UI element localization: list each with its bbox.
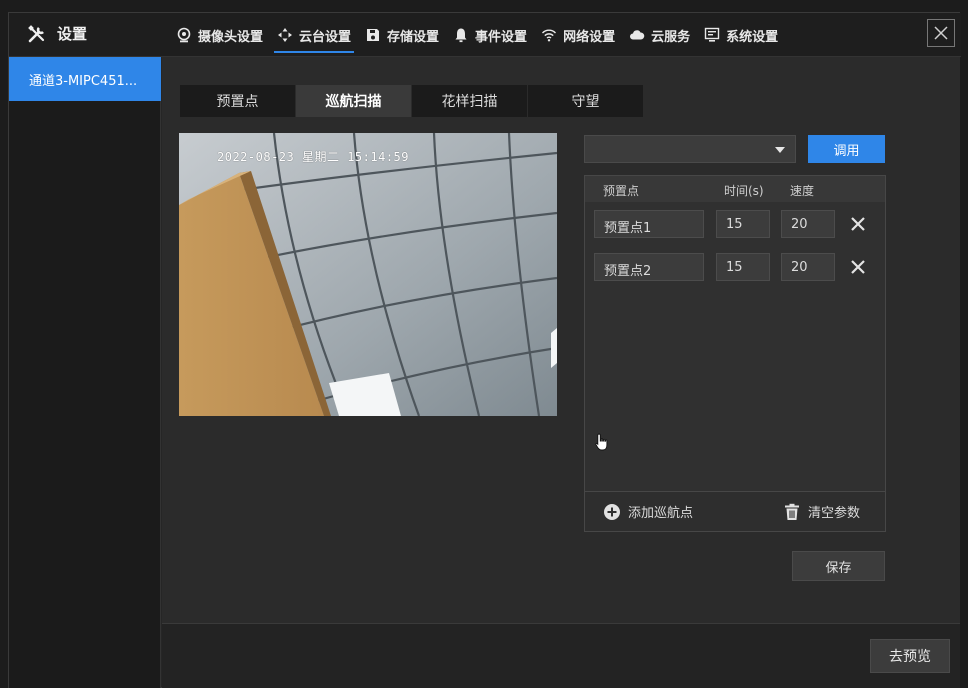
save-button[interactable]: 保存: [792, 551, 885, 581]
nav-label: 存储设置: [387, 29, 440, 45]
nav-label: 系统设置: [726, 29, 779, 45]
cloud-icon: [630, 30, 645, 40]
column-preset: 预置点: [603, 184, 640, 198]
clear-params-button[interactable]: 清空参数: [783, 502, 860, 521]
go-preview-button[interactable]: 去预览: [870, 639, 950, 673]
wifi-icon: [542, 29, 557, 42]
ptz-tabs: 预置点 巡航扫描 花样扫描 守望: [180, 85, 644, 117]
clear-params-label: 清空参数: [808, 506, 861, 521]
cruise-points-panel: 预置点 时间(s) 速度 预置点1 15 20 预置点2 15 20 添加巡航点…: [584, 175, 886, 532]
nav-label: 摄像头设置: [198, 29, 264, 45]
video-preview: 2022-08-23 星期二 15:14:59: [179, 133, 557, 416]
cruise-table-header: 预置点 时间(s) 速度: [585, 176, 885, 202]
main-content: 预置点 巡航扫描 花样扫描 守望 2022-08-23 星期二 15:14:59…: [162, 57, 960, 623]
tools-icon: [28, 24, 45, 42]
settings-window: 设置 摄像头设置 云台设置 存储设置 事件设置 网络设置 云服务 系统设置 通道…: [8, 12, 961, 688]
bottom-bar: 去预览: [162, 623, 960, 688]
table-row: 预置点1 15 20: [585, 210, 885, 240]
app-title: 设置: [57, 25, 88, 43]
nav-system-settings[interactable]: 系统设置: [697, 13, 785, 57]
preset-field[interactable]: 预置点2: [594, 253, 704, 281]
chevron-down-icon: [775, 147, 785, 153]
monitor-icon: [704, 27, 720, 42]
channel-item[interactable]: 通道3-MIPC451...: [9, 57, 161, 101]
table-row: 预置点2 15 20: [585, 253, 885, 283]
nav-storage-settings[interactable]: 存储设置: [358, 13, 446, 57]
time-field[interactable]: 15: [716, 210, 770, 238]
close-icon: [851, 260, 865, 274]
delete-row-button[interactable]: [848, 257, 868, 277]
camera-feed-image: [179, 133, 557, 416]
close-icon: [851, 217, 865, 231]
tab-pattern-scan[interactable]: 花样扫描: [412, 85, 527, 117]
channel-sidebar: 通道3-MIPC451...: [9, 57, 161, 688]
preset-field[interactable]: 预置点1: [594, 210, 704, 238]
add-cruise-point-label: 添加巡航点: [628, 506, 694, 521]
speed-field[interactable]: 20: [781, 210, 835, 238]
nav-label: 云服务: [651, 29, 691, 45]
tab-cruise-scan[interactable]: 巡航扫描: [296, 85, 411, 117]
plus-circle-icon: [604, 503, 620, 520]
close-icon: [934, 26, 948, 40]
trash-icon: [785, 503, 799, 520]
tab-watch[interactable]: 守望: [528, 85, 643, 117]
time-field[interactable]: 15: [716, 253, 770, 281]
cruise-route-select[interactable]: [584, 135, 796, 163]
nav-ptz-settings[interactable]: 云台设置: [270, 13, 358, 57]
delete-row-button[interactable]: [848, 214, 868, 234]
settings-title: 设置: [27, 23, 87, 44]
close-button[interactable]: [927, 19, 955, 47]
column-speed: 速度: [790, 184, 815, 198]
main-nav: 摄像头设置 云台设置 存储设置 事件设置 网络设置 云服务 系统设置: [169, 13, 785, 57]
nav-camera-settings[interactable]: 摄像头设置: [169, 13, 270, 57]
top-bar: 设置 摄像头设置 云台设置 存储设置 事件设置 网络设置 云服务 系统设置: [9, 13, 961, 57]
camera-icon: [177, 27, 191, 43]
cruise-panel-footer: 添加巡航点 清空参数: [585, 491, 885, 531]
bell-icon: [455, 28, 467, 43]
add-cruise-point-button[interactable]: 添加巡航点: [603, 502, 693, 521]
nav-label: 事件设置: [475, 29, 528, 45]
apply-button[interactable]: 调用: [808, 135, 885, 163]
speed-field[interactable]: 20: [781, 253, 835, 281]
nav-label: 云台设置: [299, 29, 352, 45]
nav-event-settings[interactable]: 事件设置: [446, 13, 534, 57]
tab-preset[interactable]: 预置点: [180, 85, 295, 117]
video-osd-timestamp: 2022-08-23 星期二 15:14:59: [217, 150, 409, 164]
ptz-icon: [278, 28, 293, 42]
save-icon: [367, 29, 380, 41]
nav-label: 网络设置: [563, 29, 616, 45]
column-time: 时间(s): [724, 184, 764, 198]
nav-network-settings[interactable]: 网络设置: [534, 13, 622, 57]
hand-cursor-icon: [595, 433, 608, 451]
nav-cloud-service[interactable]: 云服务: [622, 13, 697, 57]
